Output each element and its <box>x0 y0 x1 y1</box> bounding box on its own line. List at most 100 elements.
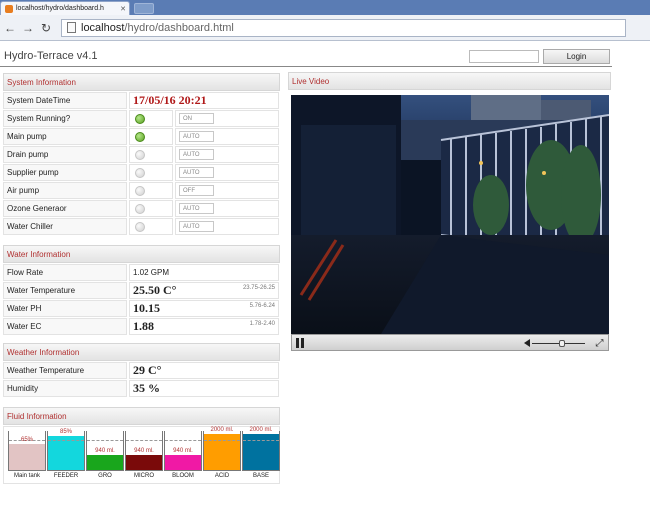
address-bar[interactable]: localhost/hydro/dashboard.html <box>61 18 626 37</box>
tank-marker-line <box>126 440 162 441</box>
system-information-panel: System Information System DateTime 17/05… <box>3 73 280 236</box>
tab-close-icon[interactable]: ✕ <box>120 5 126 13</box>
water-ph-value: 10.15 <box>133 301 160 315</box>
fluid-tank: 85% <box>47 429 85 471</box>
login-input[interactable] <box>469 50 539 63</box>
new-tab-button[interactable] <box>134 3 154 14</box>
water-information-header: Water Information <box>3 245 280 263</box>
system-information-header: System Information <box>3 73 280 91</box>
system-datetime-label: System DateTime <box>3 92 127 109</box>
water-ph-cell: 10.15 5.76-6.24 <box>129 300 279 317</box>
status-led-icon <box>135 185 145 196</box>
water-temperature-range: 23.75-26.25 <box>242 285 275 291</box>
back-icon[interactable]: ← <box>3 21 17 35</box>
device-mode-cell: AUTO <box>175 218 279 235</box>
status-led-icon <box>135 131 145 142</box>
tank-marker-line <box>204 440 240 441</box>
reload-icon[interactable]: ↻ <box>39 21 53 35</box>
tank-level-fill <box>126 455 162 470</box>
device-mode-cell: AUTO <box>175 200 279 217</box>
device-mode-button[interactable]: AUTO <box>179 221 214 232</box>
tank-level-text: 2000 ml. <box>210 427 234 433</box>
device-mode-button[interactable]: AUTO <box>179 167 214 178</box>
water-temperature-cell: 25.50 C° 23.75-26.25 <box>129 282 279 299</box>
tank-label: FEEDER <box>53 473 79 479</box>
device-status-cell <box>129 110 173 127</box>
water-ec-label: Water EC <box>3 318 127 335</box>
device-mode-cell: AUTO <box>175 164 279 181</box>
browser-tab[interactable]: localhost/hydro/dashboard.h ✕ <box>0 1 130 15</box>
system-datetime-value: 17/05/16 20:21 <box>133 93 207 107</box>
weather-temperature-cell: 29 C° <box>129 362 279 379</box>
live-video-panel: Live Video ⤢ <box>288 72 611 351</box>
device-mode-button[interactable]: OFF <box>179 185 214 196</box>
device-row: System Running? ON <box>3 110 280 128</box>
favicon-icon <box>5 4 13 13</box>
fluid-tank: 940 ml. <box>86 431 124 471</box>
tank-label: Main tank <box>13 473 40 479</box>
tank-level-fill <box>165 455 201 470</box>
volume-slider-handle[interactable] <box>559 340 565 347</box>
flow-rate-label: Flow Rate <box>3 264 127 281</box>
fluid-tanks-area: 65% Main tank 85% FEEDER 940 ml. GRO 940 ml. MI… <box>3 426 280 484</box>
tank-level-fill <box>48 436 84 470</box>
device-status-cell <box>129 128 173 145</box>
flow-rate-value: 1.02 GPM <box>133 268 170 277</box>
device-row: Main pump AUTO <box>3 128 280 146</box>
device-row: Drain pump AUTO <box>3 146 280 164</box>
device-status-cell <box>129 146 173 163</box>
water-ec-cell: 1.88 1.78-2.40 <box>129 318 279 335</box>
page-icon <box>67 22 76 33</box>
browser-tab-bar: localhost/hydro/dashboard.h ✕ <box>0 0 650 15</box>
tank-label: ACID <box>214 473 230 479</box>
url-host: localhost <box>81 21 125 34</box>
tank-level-fill <box>87 455 123 470</box>
device-label: Ozone Generaor <box>3 200 127 217</box>
device-label: Main pump <box>3 128 127 145</box>
flow-rate-cell: 1.02 GPM <box>129 264 279 281</box>
water-ec-value: 1.88 <box>133 319 154 333</box>
device-mode-button[interactable]: ON <box>179 113 214 124</box>
device-row: Ozone Generaor AUTO <box>3 200 280 218</box>
tank-label: BASE <box>252 473 269 479</box>
weather-temperature-row: Weather Temperature 29 C° <box>3 362 280 380</box>
device-mode-button[interactable]: AUTO <box>179 149 214 160</box>
system-datetime-cell: 17/05/16 20:21 <box>129 92 279 109</box>
live-video-header: Live Video <box>288 72 611 90</box>
status-led-icon <box>135 203 145 214</box>
balcony-camera-image <box>291 95 609 334</box>
status-led-icon <box>135 149 145 160</box>
water-ph-row: Water PH 10.15 5.76-6.24 <box>3 300 280 318</box>
device-mode-button[interactable]: AUTO <box>179 131 214 142</box>
status-led-icon <box>135 221 145 232</box>
pause-icon[interactable] <box>296 338 304 348</box>
device-status-cell <box>129 182 173 199</box>
url-path: /hydro/dashboard.html <box>124 21 234 34</box>
device-mode-cell: AUTO <box>175 146 279 163</box>
weather-information-panel: Weather Information Weather Temperature … <box>3 343 280 398</box>
device-mode-cell: ON <box>175 110 279 127</box>
device-status-cell <box>129 200 173 217</box>
tank-label: BLOOM <box>172 473 194 479</box>
tank-level-text: 2000 ml. <box>249 427 273 433</box>
volume-icon[interactable] <box>524 339 530 347</box>
fluid-tank: 65% <box>8 431 46 471</box>
water-temperature-row: Water Temperature 25.50 C° 23.75-26.25 <box>3 282 280 300</box>
login-button[interactable]: Login <box>543 49 610 64</box>
weather-information-header: Weather Information <box>3 343 280 361</box>
fullscreen-icon[interactable]: ⤢ <box>594 338 605 349</box>
device-row: Water Chiller AUTO <box>3 218 280 236</box>
live-video-stream[interactable] <box>291 95 609 334</box>
tank-level-text: 65% <box>20 437 33 443</box>
device-row: Air pump OFF <box>3 182 280 200</box>
status-led-icon <box>135 167 145 178</box>
humidity-label: Humidity <box>3 380 127 397</box>
water-ec-row: Water EC 1.88 1.78-2.40 <box>3 318 280 336</box>
device-label: Drain pump <box>3 146 127 163</box>
device-mode-button[interactable]: AUTO <box>179 203 214 214</box>
tank-level-text: 940 ml. <box>173 448 193 454</box>
tank-marker-line <box>87 440 123 441</box>
forward-icon[interactable]: → <box>21 21 35 35</box>
water-temperature-label: Water Temperature <box>3 282 127 299</box>
water-temperature-value: 25.50 C° <box>133 283 177 297</box>
